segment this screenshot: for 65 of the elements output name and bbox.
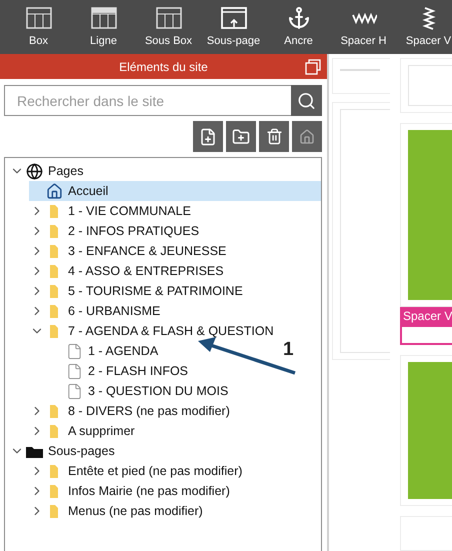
document-icon	[66, 362, 82, 380]
file-plus-icon	[199, 128, 217, 146]
tree-item[interactable]: Pages	[9, 161, 88, 181]
toolbar-button[interactable]: Ancre	[266, 0, 331, 54]
tree-item[interactable]: 5 - TOURISME & PATRIMOINE	[29, 281, 247, 301]
tree-item[interactable]: 1 - VIE COMMUNALE	[29, 201, 195, 221]
panel-title: Eléments du site	[119, 60, 208, 74]
toolbar-button[interactable]: Ligne	[71, 0, 136, 54]
restore-icon[interactable]	[305, 59, 321, 75]
folder-icon	[49, 204, 59, 218]
folder-icon	[49, 504, 59, 518]
folder-icon	[26, 444, 42, 458]
new-page-button[interactable]	[193, 121, 223, 152]
tree-item[interactable]: Menus (ne pas modifier)	[29, 501, 207, 521]
layout-icon	[26, 6, 52, 30]
annotation-number: 1	[283, 339, 294, 361]
tree-item[interactable]: 2 - INFOS PRATIQUES	[29, 221, 204, 241]
layout-icon	[156, 6, 182, 30]
home-icon	[299, 128, 315, 144]
tree-item[interactable]: 2 - FLASH INFOS	[49, 361, 192, 381]
folder-icon	[49, 264, 59, 278]
new-folder-button[interactable]	[226, 121, 256, 152]
document-icon	[66, 382, 82, 400]
folder-icon	[49, 224, 59, 238]
search-icon	[297, 90, 316, 110]
canvas-block	[400, 58, 452, 114]
tree-item[interactable]: 7 - AGENDA & FLASH & QUESTION	[29, 321, 278, 341]
window-icon	[220, 6, 246, 30]
tree-item[interactable]: Entête et pied (ne pas modifier)	[29, 461, 246, 481]
tree-item[interactable]: 1 - AGENDA	[49, 341, 162, 361]
toolbar-button[interactable]: Sous Box	[136, 0, 201, 54]
tree-item[interactable]: A supprimer	[29, 421, 139, 441]
spacer-box	[400, 325, 452, 346]
toolbar-button[interactable]: Sous-page	[201, 0, 266, 54]
search-button[interactable]	[291, 85, 322, 116]
document-icon	[66, 342, 82, 360]
delete-button[interactable]	[259, 121, 289, 152]
tree-item[interactable]: 4 - ASSO & ENTREPRISES	[29, 261, 228, 281]
spacer-label: Spacer V	[400, 307, 452, 326]
canvas-block	[332, 58, 390, 94]
folder-plus-icon	[232, 128, 250, 146]
toolbar-button[interactable]: Spacer H	[331, 0, 396, 54]
globe-icon	[26, 162, 42, 180]
folder-icon	[49, 304, 59, 318]
folder-icon	[49, 464, 59, 478]
toolbar-button[interactable]: Spacer V	[396, 0, 452, 54]
tree-item[interactable]: 6 - URBANISME	[29, 301, 164, 321]
tree-item[interactable]: 8 - DIVERS (ne pas modifier)	[29, 401, 234, 421]
layout-icon	[90, 6, 116, 30]
tree-item[interactable]: 3 - ENFANCE & JEUNESSE	[29, 241, 230, 261]
tree-item[interactable]: 3 - QUESTION DU MOIS	[49, 381, 232, 401]
trash-icon	[266, 128, 282, 145]
folder-icon	[49, 404, 59, 418]
folder-icon	[49, 424, 59, 438]
anchor-icon	[286, 6, 310, 30]
folder-icon	[49, 484, 59, 498]
search-field[interactable]: Rechercher dans le site	[4, 85, 291, 116]
folder-icon	[49, 244, 59, 258]
toolbar-button[interactable]: Box	[6, 0, 71, 54]
folder-icon	[49, 284, 59, 298]
tree-item[interactable]: Sous-pages	[9, 441, 119, 461]
tree-item[interactable]: Infos Mairie (ne pas modifier)	[29, 481, 234, 501]
folder-icon	[49, 324, 59, 338]
tree-item[interactable]: Accueil	[29, 181, 321, 201]
home-icon	[46, 182, 62, 200]
